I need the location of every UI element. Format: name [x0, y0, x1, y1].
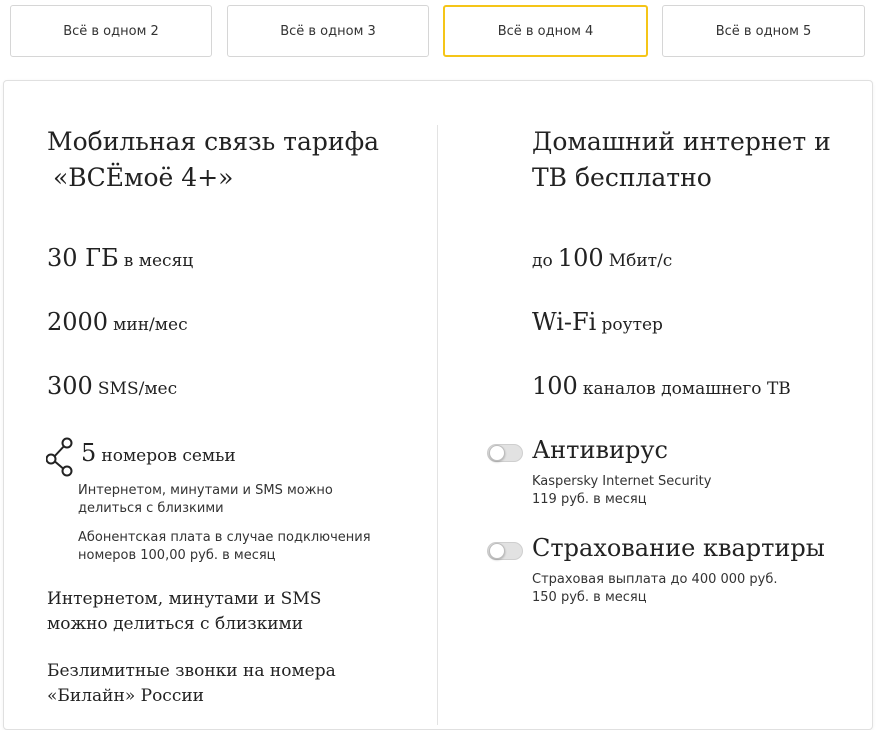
speed-unit: Мбит/с: [608, 251, 673, 271]
unlimited-calls-feature: Безлимитные звонки на номера «Билайн» Ро…: [47, 659, 336, 709]
family-note-fee-line1: Абонентская плата в случае подключения: [78, 530, 371, 545]
insurance-toggle-knob: [489, 543, 505, 559]
family-note-fee-line2: номеров 100,00 руб. в месяц: [78, 548, 276, 563]
home-internet-title-line2: ТВ бесплатно: [532, 163, 712, 192]
internet-allowance: 30 ГБ в месяц: [47, 244, 193, 272]
wifi-router: Wi-Fi роутер: [532, 308, 663, 336]
minutes-value: 2000: [47, 308, 109, 336]
speed-prefix: до: [532, 251, 553, 271]
sharing-feature-line1: Интернетом, минутами и SMS: [47, 589, 322, 609]
mobile-title-line2: «ВСЁмоё 4+»: [53, 163, 234, 192]
antivirus-toggle-knob: [489, 445, 505, 461]
family-note-fee: Абонентская плата в случае подключения н…: [78, 529, 371, 565]
mobile-title-line1: Мобильная связь тарифа: [47, 127, 380, 156]
tab-vse-v-odnom-2[interactable]: Всё в одном 2: [10, 5, 212, 57]
internet-speed: до 100 Мбит/с: [532, 244, 672, 272]
insurance-toggle[interactable]: [487, 542, 523, 560]
sms-allowance: 300 SMS/мес: [47, 372, 177, 400]
family-numbers: 5 номеров семьи: [81, 439, 236, 467]
sms-unit: SMS/мес: [97, 379, 178, 399]
home-internet-title: Домашний интернет и ТВ бесплатно: [532, 124, 831, 196]
wifi-value: Wi-Fi: [532, 308, 597, 336]
sharing-feature: Интернетом, минутами и SMS можно делитьс…: [47, 587, 321, 637]
family-unit: номеров семьи: [101, 446, 236, 466]
antivirus-price: 119 руб. в месяц: [532, 492, 647, 507]
tariff-tabs: Всё в одном 2 Всё в одном 3 Всё в одном …: [0, 0, 878, 70]
family-value: 5: [81, 439, 97, 467]
internet-unit: в месяц: [123, 251, 194, 271]
tv-unit: каналов домашнего ТВ: [582, 379, 791, 399]
insurance-payout: Страховая выплата до 400 000 руб.: [532, 572, 778, 587]
antivirus-label: Антивирус: [532, 436, 668, 464]
antivirus-details: Kaspersky Internet Security 119 руб. в м…: [532, 473, 711, 509]
unlimited-calls-line2: «Билайн» России: [47, 686, 205, 706]
sms-value: 300: [47, 372, 93, 400]
family-note-sharing-line2: делиться с близкими: [78, 501, 224, 516]
share-icon: [46, 437, 73, 477]
column-divider: [437, 125, 438, 725]
mobile-title: Мобильная связь тарифа «ВСЁмоё 4+»: [47, 124, 379, 196]
minutes-unit: мин/мес: [113, 315, 188, 335]
tab-vse-v-odnom-3[interactable]: Всё в одном 3: [227, 5, 429, 57]
tv-value: 100: [532, 372, 578, 400]
tab-vse-v-odnom-4[interactable]: Всё в одном 4: [443, 5, 648, 57]
tab-vse-v-odnom-5[interactable]: Всё в одном 5: [662, 5, 865, 57]
antivirus-product: Kaspersky Internet Security: [532, 474, 712, 489]
minutes-allowance: 2000 мин/мес: [47, 308, 188, 336]
family-note-sharing-line1: Интернетом, минутами и SMS можно: [78, 483, 333, 498]
tv-channels: 100 каналов домашнего ТВ: [532, 372, 791, 400]
internet-value: 30 ГБ: [47, 244, 119, 272]
insurance-price: 150 руб. в месяц: [532, 590, 647, 605]
family-note-sharing: Интернетом, минутами и SMS можно делитьс…: [78, 482, 333, 518]
speed-value: 100: [557, 244, 604, 272]
insurance-details: Страховая выплата до 400 000 руб. 150 ру…: [532, 571, 778, 607]
insurance-label: Страхование квартиры: [532, 534, 825, 562]
sharing-feature-line2: можно делиться с близкими: [47, 614, 304, 634]
antivirus-toggle[interactable]: [487, 444, 523, 462]
unlimited-calls-line1: Безлимитные звонки на номера: [47, 661, 336, 681]
wifi-unit: роутер: [601, 315, 663, 335]
home-internet-title-line1: Домашний интернет и: [532, 127, 831, 156]
